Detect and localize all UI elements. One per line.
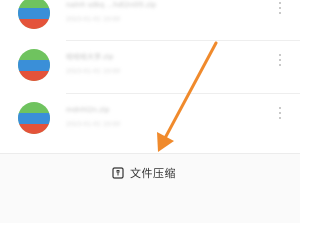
file-meta: 2023-01-01 10:00 [66, 121, 121, 128]
file-meta: 2023-01-01 10:00 [66, 68, 121, 75]
more-options-icon[interactable] [279, 2, 282, 16]
file-name: nalnh sdkq ...hdl2n0l5.zip [66, 1, 157, 9]
compressed-file-icon [18, 0, 50, 29]
divider [66, 40, 300, 41]
zip-icon [112, 167, 124, 179]
file-compress-label: 文件压缩 [130, 167, 176, 180]
more-options-icon[interactable] [279, 54, 282, 68]
file-name: 哈哈哈大学.zip [66, 53, 114, 61]
more-options-icon[interactable] [279, 107, 282, 121]
file-name: mdnhl2n.zip [66, 106, 110, 114]
bottom-action-bar: 文件压缩 [0, 153, 300, 223]
compressed-file-icon [18, 49, 50, 81]
list-item[interactable]: nalnh sdkq ...hdl2n0l5.zip 2023-01-01 10… [0, 0, 300, 37]
list-item[interactable]: 哈哈哈大学.zip 2023-01-01 10:00 [0, 44, 300, 89]
compressed-file-icon [18, 102, 50, 134]
list-item[interactable]: mdnhl2n.zip 2023-01-01 10:00 [0, 97, 300, 142]
file-meta: 2023-01-01 10:00 [66, 16, 121, 23]
divider [66, 93, 300, 94]
file-compress-button[interactable]: 文件压缩 [112, 162, 176, 184]
file-list: nalnh sdkq ...hdl2n0l5.zip 2023-01-01 10… [0, 0, 300, 153]
